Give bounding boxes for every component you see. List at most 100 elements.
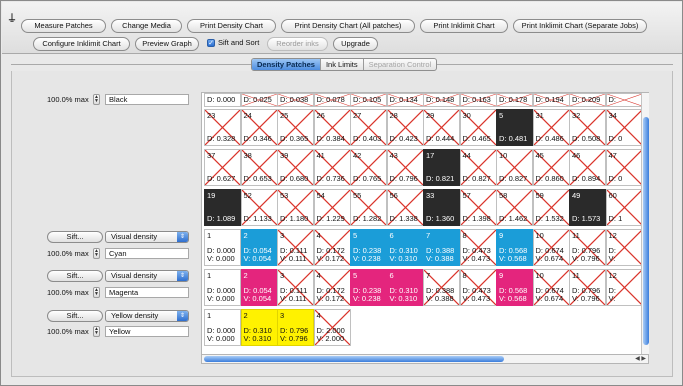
black-density-patch[interactable]: 44 D: 0.827 — [459, 149, 497, 186]
vertical-scrollbar[interactable] — [641, 93, 649, 354]
black-density-patch[interactable]: 38 D: 0.653 — [240, 149, 278, 186]
print-inklimit-separate-button[interactable]: Print Inklimit Chart (Separate Jobs) — [513, 19, 647, 33]
magenta-density-patch[interactable]: 9 D: 0.568 V: 0.568 — [496, 269, 533, 306]
cyan-density-patch[interactable]: 6 D: 0.310 V: 0.310 — [386, 229, 424, 266]
black-density-patch[interactable]: 34 D: 0 — [605, 109, 643, 146]
black-density-patch[interactable]: 19 D: 1.089 — [204, 189, 241, 226]
scroll-arrows-icon[interactable]: ◀ ▶ — [635, 355, 646, 363]
cyan-density-patch[interactable]: 11 D: 0.796 V: 0.796 — [569, 229, 606, 266]
magenta-max-stepper[interactable]: ▲ ▼ — [93, 287, 100, 298]
magenta-density-patch[interactable]: 11 D: 0.796 V: 0.796 — [569, 269, 606, 306]
magenta-density-patch[interactable]: 4 D: 0.172 V: 0.172 — [313, 269, 351, 306]
black-density-patch[interactable]: 55 D: 1.282 — [350, 189, 387, 226]
magenta-density-patch[interactable]: 2 D: 0.054 V: 0.054 — [240, 269, 278, 306]
black-density-patch[interactable]: 57 D: 1.398 — [459, 189, 497, 226]
yellow-max-stepper[interactable]: ▲ ▼ — [93, 326, 100, 337]
black-density-patch[interactable]: D: 0.209 — [569, 93, 606, 107]
magenta-density-patch[interactable]: 3 D: 0.111 V: 0.111 — [277, 269, 314, 306]
magenta-density-patch[interactable]: 10 D: 0.674 V: 0.674 — [532, 269, 570, 306]
black-density-patch[interactable]: 49 D: 1.573 — [569, 189, 606, 226]
black-density-patch[interactable]: 45 D: 0.860 — [532, 149, 570, 186]
configure-inklimit-button[interactable]: Configure Inklimit Chart — [33, 37, 130, 51]
yellow-density-patch[interactable]: 4 D: 2.000 V: 2.000 — [313, 309, 351, 346]
cyan-sift-button[interactable]: Sift... — [47, 231, 103, 243]
black-density-patch[interactable]: 37 D: 0.627 — [204, 149, 241, 186]
black-density-patch[interactable]: 60 D: 1 — [605, 189, 643, 226]
black-density-patch[interactable]: 47 D: 0 — [605, 149, 643, 186]
black-density-patch[interactable]: 56 D: 1.338 — [386, 189, 424, 226]
black-density-patch[interactable]: 24 D: 0.346 — [240, 109, 278, 146]
black-density-patch[interactable]: D: 0.105 — [350, 93, 387, 107]
black-density-patch[interactable]: 17 D: 0.821 — [423, 149, 460, 186]
black-density-patch[interactable]: 59 D: 1.532 — [532, 189, 570, 226]
cyan-density-patch[interactable]: 5 D: 0.238 V: 0.238 — [350, 229, 387, 266]
black-density-patch[interactable]: D: 0.025 — [240, 93, 278, 107]
tab-density-patches[interactable]: Density Patches — [252, 59, 321, 70]
print-density-chart-button[interactable]: Print Density Chart — [187, 19, 276, 33]
yellow-sift-button[interactable]: Sift... — [47, 310, 103, 322]
horizontal-scrollbar[interactable]: ◀ ▶ — [201, 355, 649, 364]
black-density-patch[interactable]: D: 0.000 — [204, 93, 241, 107]
yellow-density-patch[interactable]: 1 D: 0.000 V: 0.000 — [204, 309, 241, 346]
magenta-density-patch[interactable]: 1 D: 0.000 V: 0.000 — [204, 269, 241, 306]
black-density-patch[interactable]: 43 D: 0.796 — [386, 149, 424, 186]
measure-patches-button[interactable]: Measure Patches — [21, 19, 106, 33]
black-density-patch[interactable]: 10 D: 0.827 — [496, 149, 533, 186]
yellow-density-select[interactable]: Yellow density ⇕ — [105, 310, 189, 322]
black-density-patch[interactable]: 31 D: 0.486 — [532, 109, 570, 146]
cyan-max-stepper[interactable]: ▲ ▼ — [93, 248, 100, 259]
black-density-patch[interactable]: 28 D: 0.423 — [386, 109, 424, 146]
black-density-patch[interactable]: 5 D: 0.481 — [496, 109, 533, 146]
pin-icon[interactable]: ⍊ — [9, 12, 15, 23]
black-density-patch[interactable]: 42 D: 0.765 — [350, 149, 387, 186]
cyan-density-patch[interactable]: 9 D: 0.568 V: 0.568 — [496, 229, 533, 266]
black-density-patch[interactable]: 29 D: 0.444 — [423, 109, 460, 146]
vertical-scroll-thumb[interactable] — [643, 117, 649, 345]
black-density-patch[interactable]: 23 D: 0.328 — [204, 109, 241, 146]
cyan-density-patch[interactable]: 12 D: V: — [605, 229, 643, 266]
magenta-density-patch[interactable]: 12 D: V: — [605, 269, 643, 306]
upgrade-button[interactable]: Upgrade — [333, 37, 378, 51]
change-media-button[interactable]: Change Media — [111, 19, 182, 33]
black-density-patch[interactable]: D: 0.038 — [277, 93, 314, 107]
tab-separation-control[interactable]: Separation Control — [364, 59, 437, 70]
cyan-density-patch[interactable]: 7 D: 0.388 V: 0.388 — [423, 229, 460, 266]
black-density-patch[interactable]: 30 D: 0.465 — [459, 109, 497, 146]
reorder-inks-button[interactable]: Reorder inks — [267, 37, 328, 51]
cyan-density-patch[interactable]: 4 D: 0.172 V: 0.172 — [313, 229, 351, 266]
magenta-density-patch[interactable]: 6 D: 0.310 V: 0.310 — [386, 269, 424, 306]
magenta-sift-button[interactable]: Sift... — [47, 270, 103, 282]
magenta-density-select[interactable]: Visual density ⇕ — [105, 270, 189, 282]
cyan-density-patch[interactable]: 8 D: 0.473 V: 0.473 — [459, 229, 497, 266]
black-name-field[interactable]: Black — [105, 94, 189, 105]
black-density-patch[interactable]: 54 D: 1.229 — [313, 189, 351, 226]
black-density-patch[interactable]: D: 0.078 — [313, 93, 351, 107]
tab-ink-limits[interactable]: Ink Limits — [321, 59, 364, 70]
magenta-name-field[interactable]: Magenta — [105, 287, 189, 298]
black-density-patch[interactable]: 41 D: 0.736 — [313, 149, 351, 186]
cyan-density-patch[interactable]: 10 D: 0.674 V: 0.674 — [532, 229, 570, 266]
black-density-patch[interactable]: D: — [605, 93, 643, 107]
black-density-patch[interactable]: 53 D: 1.180 — [277, 189, 314, 226]
black-density-patch[interactable]: 39 D: 0.680 — [277, 149, 314, 186]
horizontal-scroll-thumb[interactable] — [204, 356, 504, 362]
print-inklimit-chart-button[interactable]: Print Inklimit Chart — [420, 19, 508, 33]
magenta-density-patch[interactable]: 8 D: 0.473 V: 0.473 — [459, 269, 497, 306]
yellow-name-field[interactable]: Yellow — [105, 326, 189, 337]
sift-and-sort-checkbox[interactable]: ✓ — [207, 39, 215, 47]
black-density-patch[interactable]: 33 D: 1.360 — [423, 189, 460, 226]
black-density-patch[interactable]: D: 0.134 — [386, 93, 424, 107]
magenta-density-patch[interactable]: 5 D: 0.238 V: 0.238 — [350, 269, 387, 306]
black-density-patch[interactable]: 27 D: 0.403 — [350, 109, 387, 146]
cyan-density-patch[interactable]: 3 D: 0.111 V: 0.111 — [277, 229, 314, 266]
black-density-patch[interactable]: D: 0.194 — [532, 93, 570, 107]
black-density-patch[interactable]: 46 D: 0.894 — [569, 149, 606, 186]
black-density-patch[interactable]: 52 D: 1.133 — [240, 189, 278, 226]
yellow-density-patch[interactable]: 2 D: 0.310 V: 0.310 — [240, 309, 278, 346]
magenta-density-patch[interactable]: 7 D: 0.388 V: 0.388 — [423, 269, 460, 306]
black-density-patch[interactable]: 25 D: 0.365 — [277, 109, 314, 146]
yellow-density-patch[interactable]: 3 D: 0.796 V: 0.796 — [277, 309, 314, 346]
black-density-patch[interactable]: 26 D: 0.384 — [313, 109, 351, 146]
cyan-density-patch[interactable]: 1 D: 0.000 V: 0.000 — [204, 229, 241, 266]
black-density-patch[interactable]: D: 0.163 — [459, 93, 497, 107]
